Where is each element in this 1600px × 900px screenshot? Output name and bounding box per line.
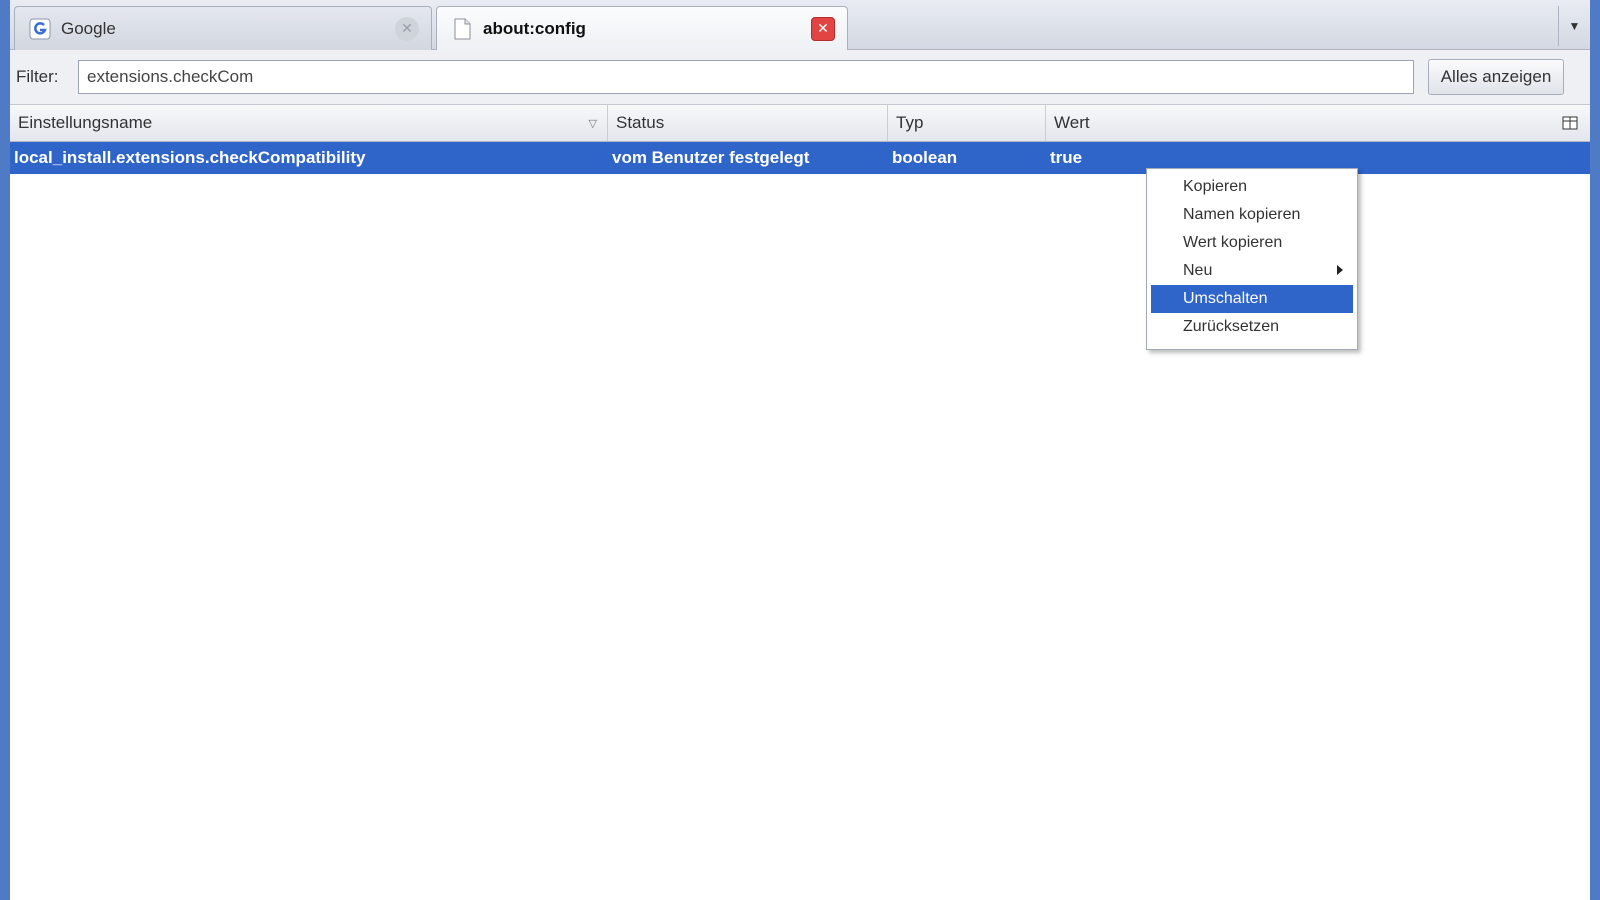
tab-strip: Google ✕ about:config ✕ ▼ — [10, 0, 1590, 50]
filter-bar: Filter: Alles anzeigen — [10, 50, 1590, 104]
close-tab-icon[interactable]: ✕ — [395, 16, 419, 41]
browser-window: Google ✕ about:config ✕ ▼ Filter: Alles … — [0, 0, 1600, 900]
column-header: Einstellungsname ▽ Status Typ Wert — [10, 104, 1590, 142]
pref-type-cell: boolean — [892, 148, 958, 167]
page-icon — [454, 18, 471, 39]
show-all-button[interactable]: Alles anzeigen — [1428, 59, 1564, 95]
context-menu: Kopieren Namen kopieren Wert kopieren Ne… — [1146, 168, 1358, 350]
column-header-name[interactable]: Einstellungsname ▽ — [10, 105, 608, 141]
pref-status-cell: vom Benutzer festgelegt — [612, 148, 810, 167]
column-label: Wert — [1054, 113, 1090, 132]
tab-google[interactable]: Google ✕ — [14, 6, 432, 50]
tab-list-chevron-down-icon[interactable]: ▼ — [1558, 6, 1590, 46]
menu-item-label: Neu — [1183, 262, 1213, 279]
column-label: Typ — [896, 113, 924, 132]
column-label: Status — [616, 113, 665, 132]
pref-name-cell: local_install.extensions.checkCompatibil… — [14, 148, 366, 167]
menu-item-reset[interactable]: Zurücksetzen — [1151, 313, 1353, 341]
column-header-type[interactable]: Typ — [888, 105, 1046, 141]
tab-title: about:config — [483, 18, 586, 38]
tab-title: Google — [61, 18, 116, 38]
column-header-status[interactable]: Status — [608, 105, 888, 141]
menu-item-toggle[interactable]: Umschalten — [1151, 285, 1353, 313]
pref-value-cell: true — [1050, 148, 1083, 167]
submenu-arrow-icon — [1337, 265, 1343, 275]
column-picker-icon[interactable] — [1550, 105, 1590, 141]
filter-label: Filter: — [16, 67, 59, 86]
tab-about-config[interactable]: about:config ✕ — [436, 6, 848, 50]
column-header-value[interactable]: Wert — [1046, 105, 1520, 141]
menu-item-new[interactable]: Neu — [1151, 257, 1353, 285]
menu-item-copy[interactable]: Kopieren — [1151, 173, 1353, 201]
column-label: Einstellungsname — [18, 113, 153, 132]
close-tab-icon[interactable]: ✕ — [811, 16, 835, 41]
sort-icon: ▽ — [588, 118, 597, 130]
menu-item-copy-name[interactable]: Namen kopieren — [1151, 201, 1353, 229]
menu-item-copy-value[interactable]: Wert kopieren — [1151, 229, 1353, 257]
filter-input[interactable] — [78, 60, 1414, 94]
google-g-icon — [29, 18, 51, 39]
